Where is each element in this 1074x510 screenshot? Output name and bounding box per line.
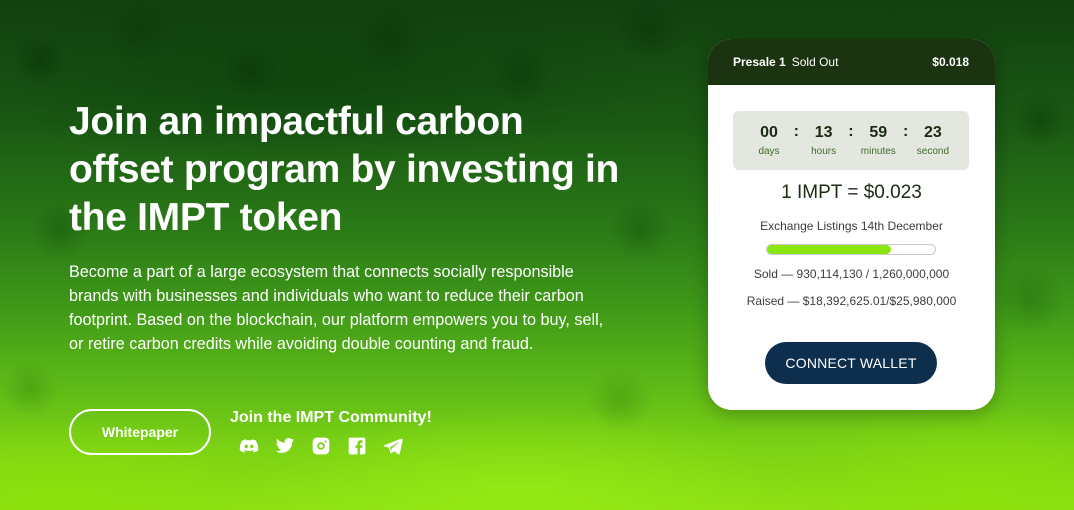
countdown-days-label: days — [758, 146, 780, 157]
connect-wallet-button[interactable]: CONNECT WALLET — [765, 342, 937, 384]
social-links — [238, 436, 403, 456]
presale-header: Presale 1 Sold Out $0.018 — [708, 39, 995, 85]
countdown-minutes-label: minutes — [860, 146, 896, 157]
countdown-seconds-label: second — [916, 146, 950, 157]
countdown-days-value: 00 — [760, 124, 778, 141]
countdown-days: 00 days — [751, 123, 787, 157]
whitepaper-button[interactable]: Whitepaper — [69, 409, 211, 455]
countdown-seconds-value: 23 — [924, 124, 942, 141]
presale-price: $0.018 — [932, 55, 969, 69]
sale-progress-bar — [766, 244, 936, 255]
tokens-sold: Sold — 930,114,130 / 1,260,000,000 — [753, 267, 950, 281]
countdown-hours-label: hours — [811, 146, 837, 157]
countdown-hours: 13 hours — [806, 123, 842, 157]
telegram-icon[interactable] — [382, 436, 403, 456]
funds-raised: Raised — $18,392,625.01/$25,980,000 — [746, 294, 957, 308]
hero-description: Become a part of a large ecosystem that … — [69, 263, 604, 353]
countdown-timer: 00 days : 13 hours : 59 minutes : 23 sec… — [733, 111, 969, 170]
hero-title: Join an impactful carbon offset program … — [69, 100, 620, 239]
sale-progress-fill — [767, 245, 891, 254]
token-rate: 1 IMPT = $0.023 — [781, 182, 922, 203]
countdown-separator: : — [902, 123, 909, 140]
presale-status: Sold Out — [791, 55, 839, 69]
facebook-icon[interactable] — [346, 436, 367, 456]
twitter-icon[interactable] — [274, 436, 295, 456]
countdown-separator: : — [848, 123, 854, 140]
presale-label: Presale 1 — [733, 55, 786, 69]
instagram-icon[interactable] — [310, 436, 331, 456]
exchange-listing-date: Exchange Listings 14th December — [760, 219, 943, 233]
countdown-minutes: 59 minutes — [860, 123, 896, 157]
countdown-seconds: 23 second — [915, 123, 951, 157]
countdown-minutes-value: 59 — [869, 124, 888, 141]
discord-icon[interactable] — [238, 436, 259, 456]
community-title: Join the IMPT Community! — [230, 409, 432, 426]
countdown-hours-value: 13 — [814, 124, 833, 141]
presale-card: Presale 1 Sold Out $0.018 00 days : 13 h… — [708, 39, 995, 410]
countdown-separator: : — [793, 123, 799, 140]
